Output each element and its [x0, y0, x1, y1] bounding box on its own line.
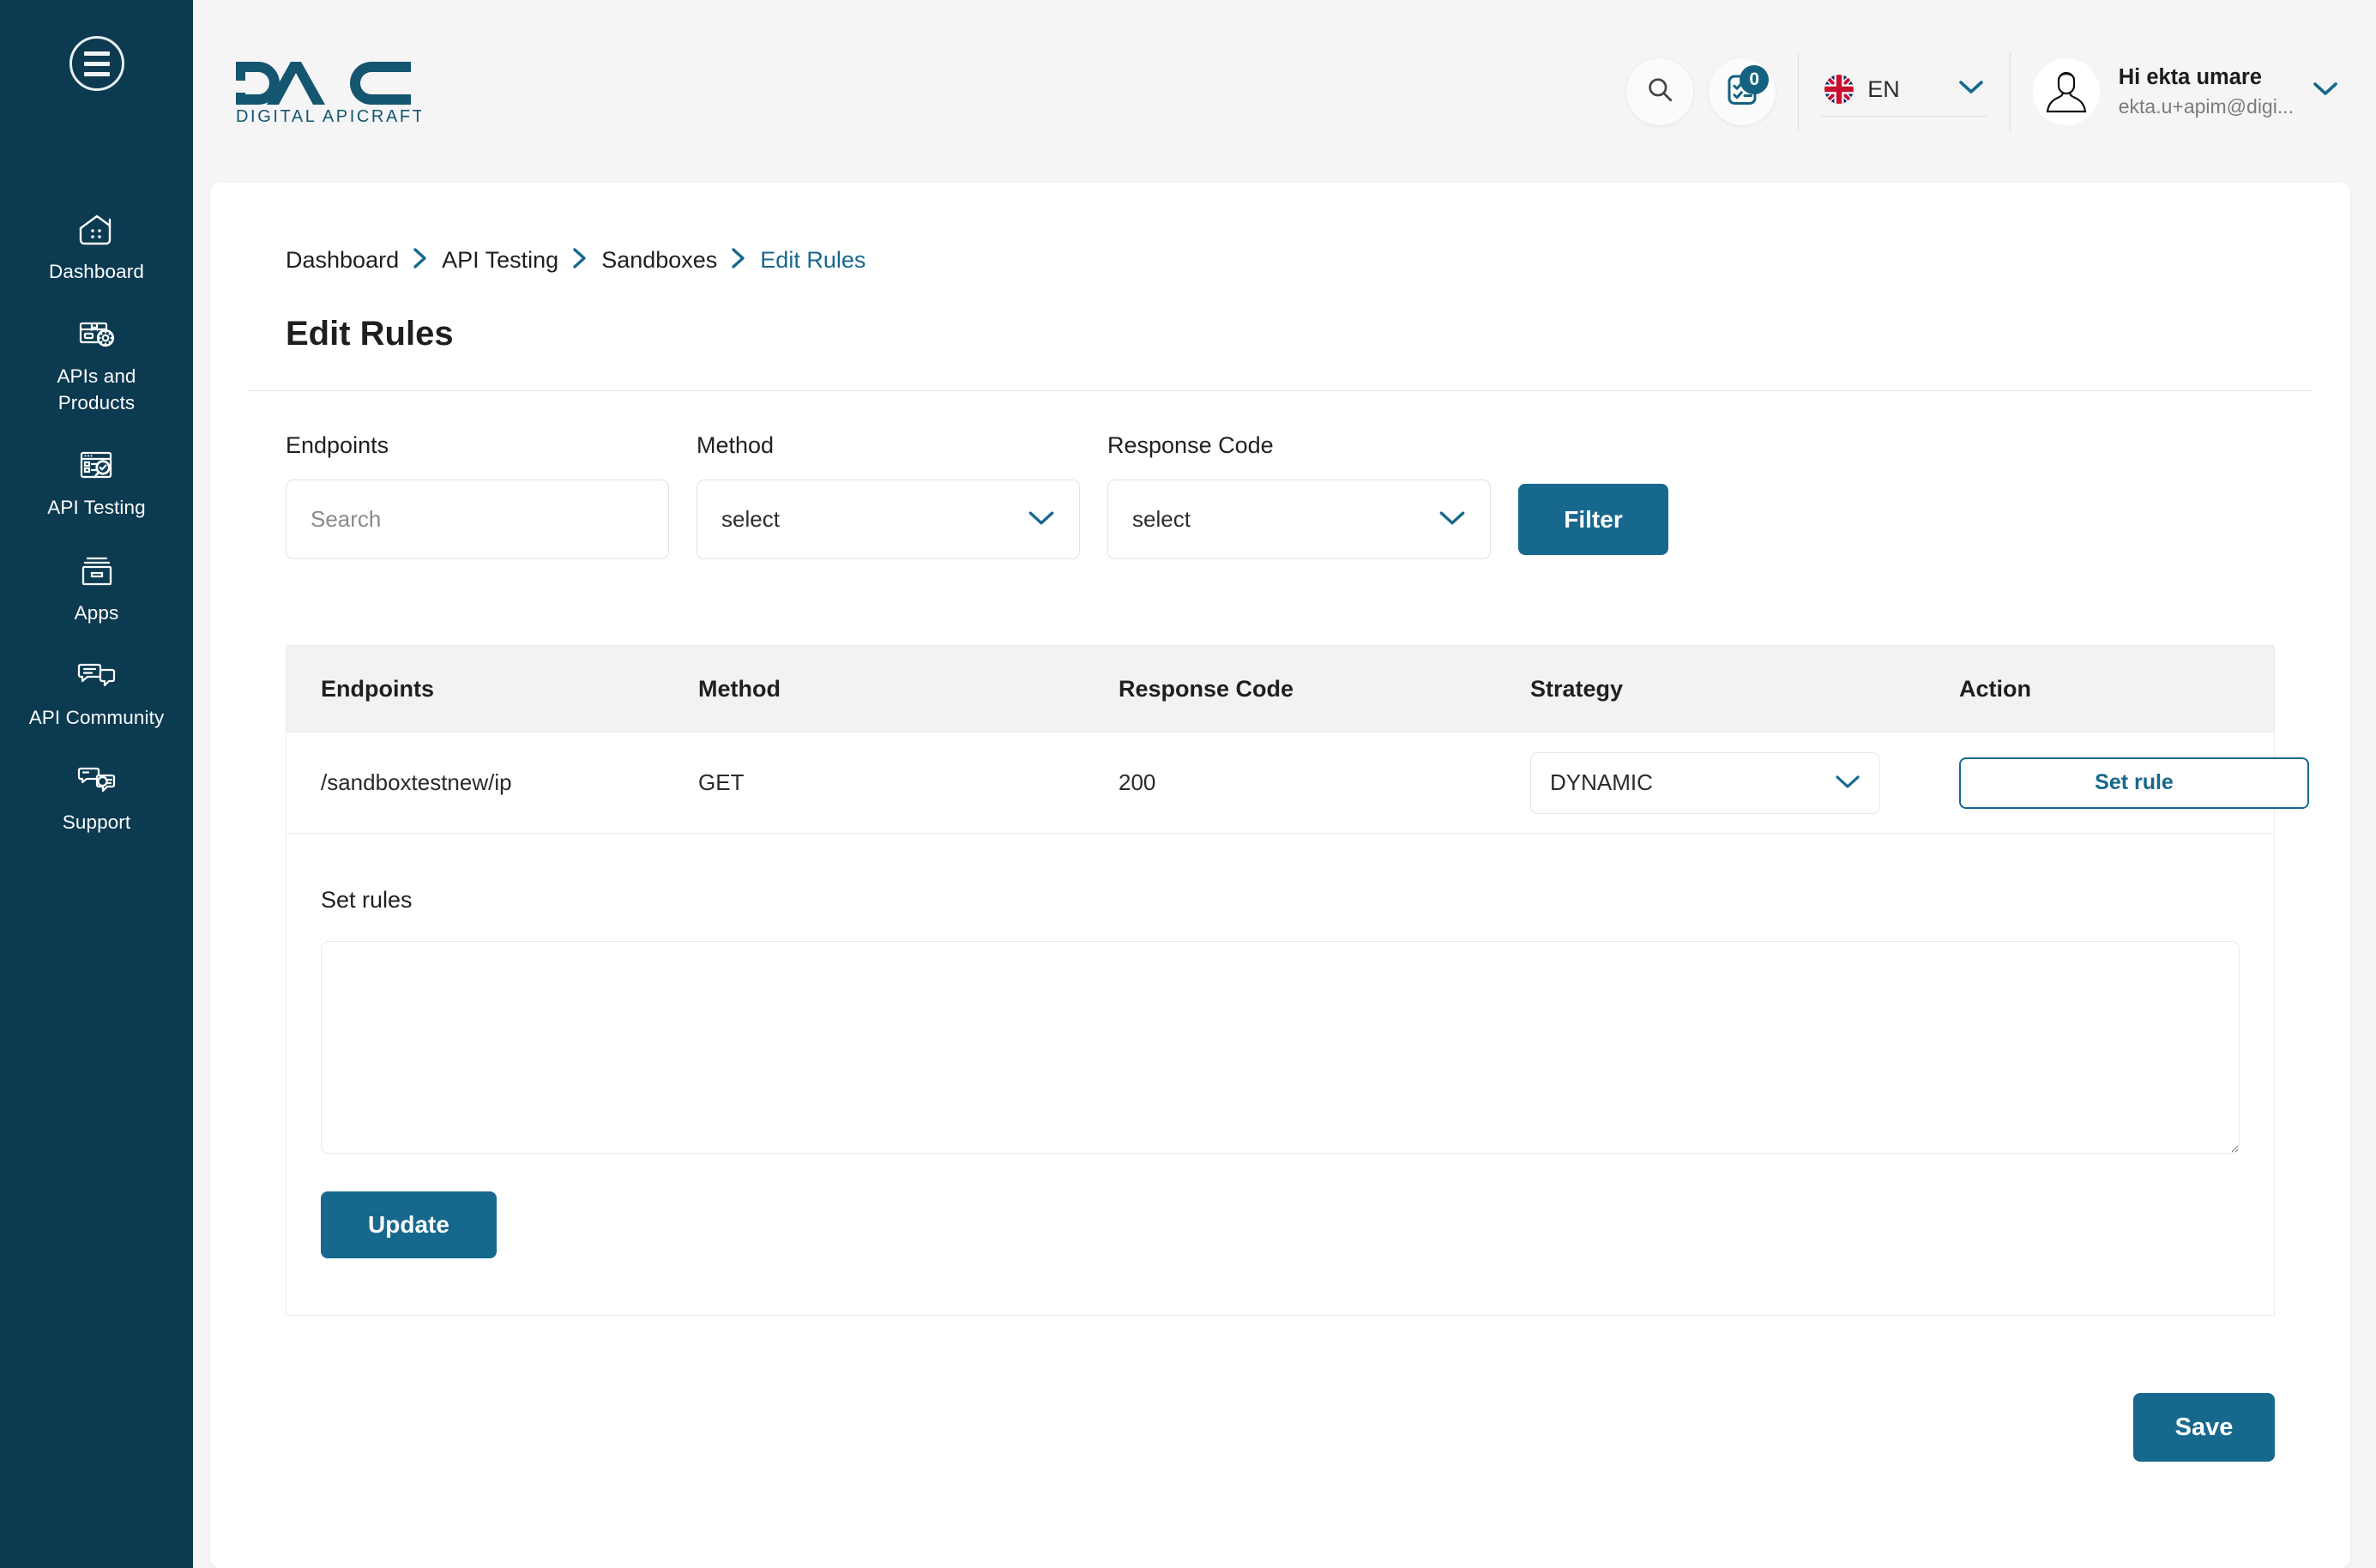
language-selector[interactable]: EN	[1821, 66, 1987, 117]
hamburger-line	[83, 51, 110, 56]
cell-action: Set rule	[1959, 757, 2309, 809]
sidebar-item-apis-and-products[interactable]: APIs and Products	[0, 299, 193, 430]
header-divider	[2009, 51, 2011, 131]
cell-response-code: 200	[1119, 769, 1156, 795]
filter-method-label: Method	[697, 432, 775, 458]
hamburger-line	[83, 71, 110, 76]
filter-response-code-group: Response Code select	[1107, 432, 1491, 559]
method-select-value: select	[721, 506, 780, 532]
language-code: EN	[1867, 75, 1900, 102]
rules-table: Endpoints Method Response Code Strategy …	[286, 645, 2309, 834]
tasks-badge: 0	[1740, 64, 1770, 94]
breadcrumb-item-api-testing[interactable]: API Testing	[442, 247, 558, 274]
hamburger-line	[83, 61, 110, 66]
document-search-icon	[73, 444, 121, 487]
table-header-row: Endpoints Method Response Code Strategy …	[286, 646, 2274, 732]
dac-logo-icon: DIGITAL APICRAFT	[236, 61, 421, 124]
column-header-strategy: Strategy	[1530, 675, 1624, 702]
breadcrumb-item-sandboxes[interactable]: Sandboxes	[601, 247, 717, 274]
user-info: Hi ekta umare ekta.u+apim@digi...	[2119, 65, 2294, 118]
column-header-response-code: Response Code	[1119, 675, 1294, 702]
chevron-right-icon	[413, 247, 428, 274]
tasks-button[interactable]: 0	[1709, 57, 1776, 125]
table-row: /sandboxtestnew/ip GET 200 DYNAMIC Set r…	[286, 732, 2309, 833]
sidebar-item-label: Apps	[74, 601, 119, 624]
uk-flag-icon	[1824, 75, 1854, 104]
chevron-down-icon	[1958, 80, 1984, 100]
filter-response-code-label: Response Code	[1107, 432, 1274, 458]
endpoints-search-input[interactable]	[286, 479, 669, 559]
app-root: Dashboard APIs and Products API Testing …	[0, 0, 2376, 1568]
filter-button[interactable]: Filter	[1518, 484, 1668, 555]
filter-bar: Endpoints Method select Respon	[248, 391, 2313, 559]
sidebar-item-label: Dashboard	[49, 261, 144, 282]
sidebar-item-label: Support	[62, 811, 131, 834]
method-select[interactable]: select	[697, 479, 1080, 559]
chevron-down-icon	[1835, 769, 1860, 796]
save-button[interactable]: Save	[2133, 1393, 2275, 1462]
content-scroll: Dashboard API Testing Sandboxes Edit Rul…	[193, 183, 2376, 1568]
sidebar-item-api-testing[interactable]: API Testing	[0, 430, 193, 534]
chevron-down-icon	[1438, 506, 1466, 533]
chevron-right-icon	[731, 247, 746, 274]
response-code-select-value: select	[1132, 506, 1191, 532]
sidebar-item-api-community[interactable]: API Community	[0, 640, 193, 745]
chevron-right-icon	[572, 247, 588, 274]
chevron-down-icon	[2313, 81, 2338, 101]
cell-endpoint: /sandboxtestnew/ip	[321, 769, 512, 795]
user-greeting: Hi ekta umare	[2118, 64, 2262, 89]
main-region: DIGITAL APICRAFT 0 EN Hi ekta umare ekta…	[193, 0, 2376, 1568]
sidebar-item-label: API Community	[28, 706, 165, 728]
column-header-method: Method	[698, 675, 781, 702]
header-actions: 0 EN Hi ekta umare ekta.u+apim@digi...	[1626, 51, 2338, 131]
breadcrumb-item-edit-rules[interactable]: Edit Rules	[760, 247, 865, 274]
home-dashboard-icon	[73, 208, 121, 251]
page-title: Edit Rules	[286, 315, 454, 353]
archive-box-icon	[73, 550, 121, 593]
menu-toggle-icon[interactable]	[69, 36, 124, 91]
sidebar-nav: Dashboard APIs and Products API Testing …	[0, 194, 193, 850]
column-header-endpoints: Endpoints	[321, 675, 434, 702]
response-code-select[interactable]: select	[1107, 479, 1491, 559]
header-divider	[1798, 51, 1800, 131]
sidebar-item-dashboard[interactable]: Dashboard	[0, 194, 193, 299]
user-avatar	[2032, 57, 2100, 125]
sidebar-item-support[interactable]: Support	[0, 745, 193, 849]
set-rules-panel: Set rules Update	[286, 834, 2275, 1316]
sidebar-item-apps[interactable]: Apps	[0, 535, 193, 640]
breadcrumb-item-dashboard[interactable]: Dashboard	[286, 247, 399, 274]
strategy-select-value: DYNAMIC	[1550, 769, 1653, 795]
set-rules-label: Set rules	[321, 887, 413, 913]
headset-chat-icon	[73, 759, 121, 802]
filter-method-group: Method select	[697, 432, 1080, 559]
sidebar-item-label: API Testing	[47, 497, 146, 519]
search-icon	[1645, 75, 1674, 108]
set-rules-textarea[interactable]	[321, 941, 2240, 1154]
breadcrumb: Dashboard API Testing Sandboxes Edit Rul…	[248, 183, 2313, 274]
filter-endpoints-label: Endpoints	[286, 432, 389, 458]
chevron-down-icon	[1028, 506, 1055, 533]
chat-bubbles-icon	[73, 654, 121, 697]
sidebar: Dashboard APIs and Products API Testing …	[0, 0, 193, 1568]
filter-endpoints-group: Endpoints	[286, 432, 669, 559]
cell-method: GET	[698, 769, 745, 795]
content-card: Dashboard API Testing Sandboxes Edit Rul…	[210, 183, 2350, 1568]
user-menu[interactable]: Hi ekta umare ekta.u+apim@digi...	[2032, 57, 2338, 125]
cell-strategy: DYNAMIC	[1530, 751, 1959, 814]
search-button[interactable]	[1626, 57, 1694, 125]
set-rule-button[interactable]: Set rule	[1959, 757, 2309, 809]
brand-logo[interactable]: DIGITAL APICRAFT	[217, 60, 421, 124]
footer-actions: Save	[248, 1316, 2313, 1462]
update-button[interactable]: Update	[321, 1191, 497, 1258]
strategy-select[interactable]: DYNAMIC	[1530, 751, 1880, 814]
box-gear-icon	[73, 313, 121, 356]
top-header: DIGITAL APICRAFT 0 EN Hi ekta umare ekta…	[193, 0, 2376, 183]
column-header-action: Action	[1959, 675, 2031, 702]
sidebar-item-label: APIs and Products	[57, 365, 136, 413]
user-email: ekta.u+apim@digi...	[2118, 94, 2294, 118]
svg-text:DIGITAL APICRAFT: DIGITAL APICRAFT	[236, 107, 421, 124]
